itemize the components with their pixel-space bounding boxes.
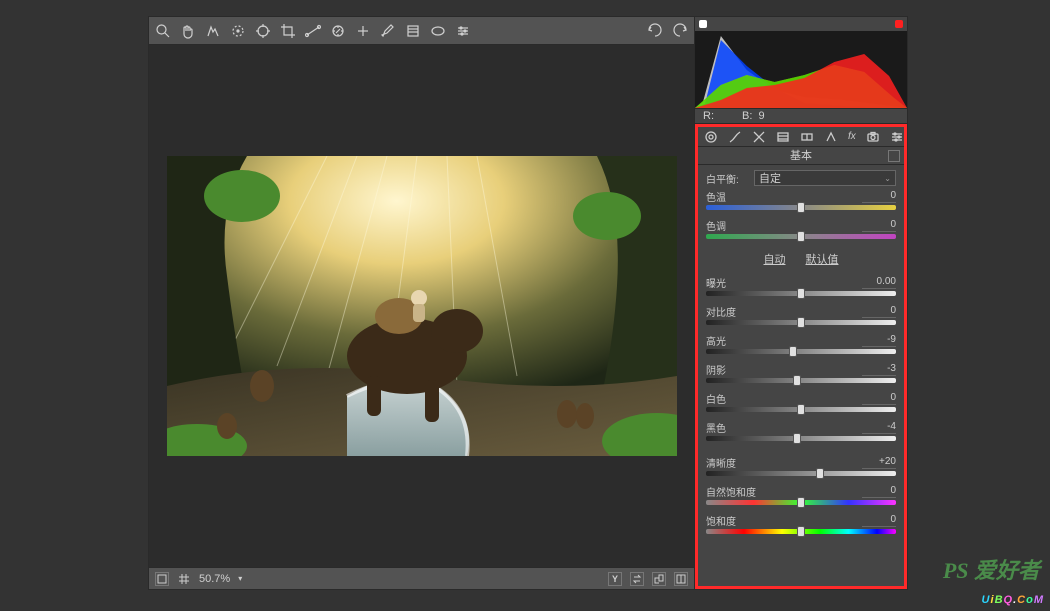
- tab-fx-icon[interactable]: fx: [848, 130, 856, 144]
- shadow-clip-icon[interactable]: [699, 20, 707, 28]
- shadows-slider[interactable]: [706, 378, 896, 383]
- preview-image: [167, 156, 677, 456]
- white-balance-icon[interactable]: [205, 23, 221, 39]
- slider-saturation: 饱和度0: [698, 511, 904, 540]
- saturation-slider[interactable]: [706, 529, 896, 534]
- watermark-text: PS 爱好者: [943, 553, 1040, 585]
- white-balance-row: 白平衡: 自定⌄: [698, 169, 904, 187]
- view-mode-icon[interactable]: [674, 572, 688, 586]
- slider-clarity: 清晰度+20: [698, 453, 904, 482]
- zoom-icon[interactable]: [155, 23, 171, 39]
- watermark-url: UiBQ.CoM: [982, 586, 1044, 609]
- tab-detail-icon[interactable]: [752, 130, 766, 144]
- wb-label: 白平衡:: [706, 171, 748, 186]
- grid-toggle-icon[interactable]: [155, 572, 169, 586]
- clarity-slider[interactable]: [706, 471, 896, 476]
- slider-tint: 色调0: [698, 216, 904, 245]
- histogram-chart: [695, 30, 907, 108]
- preferences-icon[interactable]: [455, 23, 471, 39]
- radial-filter-icon[interactable]: [430, 23, 446, 39]
- swap-before-after-icon[interactable]: [630, 572, 644, 586]
- slider-whites: 白色0: [698, 389, 904, 418]
- copy-settings-icon[interactable]: [652, 572, 666, 586]
- tab-splittone-icon[interactable]: [800, 130, 814, 144]
- slider-highlights: 高光-9: [698, 331, 904, 360]
- histogram[interactable]: [695, 17, 907, 109]
- redeye-icon[interactable]: [355, 23, 371, 39]
- status-bar: 50.7% ▾ Y: [149, 567, 694, 589]
- slider-contrast: 对比度0: [698, 302, 904, 331]
- graduated-filter-icon[interactable]: [405, 23, 421, 39]
- zoom-chevron-icon[interactable]: ▾: [238, 574, 242, 583]
- wb-dropdown[interactable]: 自定⌄: [754, 170, 896, 186]
- rotate-ccw-icon[interactable]: [647, 23, 663, 39]
- main-row: 50.7% ▾ Y R: B: 9: [149, 17, 907, 589]
- exposure-slider[interactable]: [706, 291, 896, 296]
- grid-3x3-icon[interactable]: [177, 572, 191, 586]
- blacks-slider[interactable]: [706, 436, 896, 441]
- default-link[interactable]: 默认值: [806, 251, 839, 267]
- hand-icon[interactable]: [180, 23, 196, 39]
- slider-exposure: 曝光0.00: [698, 273, 904, 302]
- auto-link[interactable]: 自动: [764, 251, 786, 267]
- top-toolbar: [149, 17, 694, 45]
- slider-temp: 色温0: [698, 187, 904, 216]
- rotate-cw-icon[interactable]: [672, 23, 688, 39]
- contrast-slider[interactable]: [706, 320, 896, 325]
- tab-basic-icon[interactable]: [704, 130, 718, 144]
- straighten-icon[interactable]: [305, 23, 321, 39]
- zoom-level[interactable]: 50.7%: [199, 573, 230, 585]
- tint-slider[interactable]: [706, 234, 896, 239]
- adjustment-brush-icon[interactable]: [380, 23, 396, 39]
- r-label: R:: [703, 110, 714, 122]
- tab-presets-icon[interactable]: [890, 130, 904, 144]
- auto-default-links: 自动 默认值: [698, 249, 904, 269]
- b-label: B:: [742, 110, 752, 122]
- panel-title: 基本: [698, 147, 904, 165]
- panel-body: 白平衡: 自定⌄ 色温0 色调0 自动 默认值 曝光0.00: [698, 165, 904, 586]
- color-sampler-icon[interactable]: [230, 23, 246, 39]
- spot-removal-icon[interactable]: [330, 23, 346, 39]
- panel-menu-icon[interactable]: [888, 150, 900, 162]
- slider-blacks: 黑色-4: [698, 418, 904, 447]
- vibrance-slider[interactable]: [706, 500, 896, 505]
- rgb-readout: R: B: 9: [695, 109, 907, 124]
- b-value: 9: [759, 110, 765, 122]
- left-pane: 50.7% ▾ Y: [149, 17, 694, 589]
- before-after-y-icon[interactable]: Y: [608, 572, 622, 586]
- slider-vibrance: 自然饱和度0: [698, 482, 904, 511]
- whites-slider[interactable]: [706, 407, 896, 412]
- camera-raw-window: 50.7% ▾ Y R: B: 9: [148, 16, 908, 590]
- temp-slider[interactable]: [706, 205, 896, 210]
- tab-hsl-icon[interactable]: [776, 130, 790, 144]
- targeted-adjustment-icon[interactable]: [255, 23, 271, 39]
- highlight-clip-icon[interactable]: [895, 20, 903, 28]
- panel-tabbar: fx: [698, 127, 904, 147]
- canvas-viewport[interactable]: [149, 45, 694, 567]
- right-panel: R: B: 9 fx 基本 白平衡: 自定⌄: [694, 17, 907, 589]
- tab-tonecurve-icon[interactable]: [728, 130, 742, 144]
- slider-shadows: 阴影-3: [698, 360, 904, 389]
- highlights-slider[interactable]: [706, 349, 896, 354]
- basic-panel-highlighted: fx 基本 白平衡: 自定⌄ 色温0 色调0: [695, 124, 907, 589]
- tab-camera-icon[interactable]: [866, 130, 880, 144]
- chevron-down-icon: ⌄: [884, 174, 891, 183]
- tab-lenscorr-icon[interactable]: [824, 130, 838, 144]
- crop-icon[interactable]: [280, 23, 296, 39]
